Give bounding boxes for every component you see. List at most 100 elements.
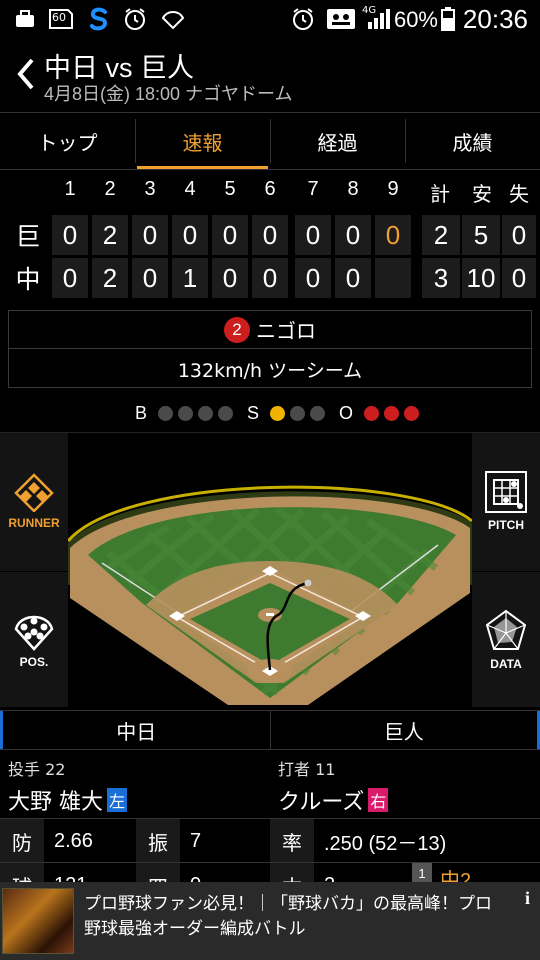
inning-score: 2 xyxy=(92,258,128,298)
inning-score: 1 xyxy=(172,258,208,298)
inning-header: 8 xyxy=(347,178,359,200)
inning-header: 5 xyxy=(224,178,236,200)
ball-count: B S O xyxy=(0,400,540,426)
chevron-left-icon xyxy=(17,58,34,90)
diamond-icon xyxy=(14,473,54,512)
strike-dot xyxy=(290,405,305,421)
pitch-button[interactable]: PITCH xyxy=(472,433,540,569)
batter-name: クルーズ xyxy=(278,790,365,815)
play-result-text: ニゴロ xyxy=(256,319,316,343)
play-result-box: 2 ニゴロ 132km/h ツーシーム xyxy=(8,310,532,388)
briefcase-icon xyxy=(14,7,36,31)
alarm-icon xyxy=(122,7,148,31)
stat-label: 率 xyxy=(270,819,314,863)
stat-value: .250 (52－13) xyxy=(324,832,447,855)
out-dot xyxy=(364,405,380,421)
right-panel: PITCH DATA xyxy=(472,433,540,707)
battery-percent: 60% xyxy=(393,7,438,32)
total-runs: 2 xyxy=(422,215,460,255)
left-panel: RUNNER POS. xyxy=(0,433,68,707)
strikes-label: S xyxy=(246,402,259,423)
total-errors: 0 xyxy=(502,258,536,298)
pitch-grid-icon xyxy=(485,471,527,513)
total-hits: 10 xyxy=(462,258,500,298)
batter-info[interactable]: 打者 11 クルーズ 右 xyxy=(278,756,538,816)
pitcher-name: 大野 雄大 xyxy=(8,790,103,815)
out-dot xyxy=(384,405,400,421)
inning-header: 3 xyxy=(144,178,156,200)
ad-banner[interactable]: プロ野球ファン必見！｜「野球バカ」の最高峰！プロ野球最強オーダー編成バトル i xyxy=(0,882,540,960)
stat-value: 7 xyxy=(190,829,202,852)
inning-header: 9 xyxy=(387,178,399,200)
voicemail-icon xyxy=(326,7,356,31)
tab-bar: トップ 速報 経過 成績 xyxy=(0,112,540,170)
total-errors: 0 xyxy=(502,215,536,255)
alarm-icon xyxy=(290,7,316,31)
runner-button[interactable]: RUNNER xyxy=(0,433,68,569)
inning-score: 0 xyxy=(172,215,208,255)
batting-hand-badge: 右 xyxy=(368,788,389,812)
inning-score: 0 xyxy=(335,215,371,255)
inning-score: 0 xyxy=(132,215,168,255)
balls-label: B xyxy=(134,402,147,423)
tab-top[interactable]: トップ xyxy=(0,113,135,169)
total-header-errors: 失 xyxy=(509,184,529,206)
team-label-home: 中 xyxy=(15,265,41,294)
app-header: 中日 vs 巨人 4月8日(金) 18:00 ナゴヤドーム xyxy=(0,38,540,110)
inning-header: 6 xyxy=(264,178,276,200)
total-header-hits: 安 xyxy=(472,184,492,206)
inning-score: 0 xyxy=(212,215,248,255)
field-view: RUNNER POS. PITCH DATA xyxy=(0,432,540,707)
radar-chart-icon xyxy=(485,609,527,650)
pitcher-name-row: 大野 雄大 左 xyxy=(8,784,268,816)
pitching-team: 中日 xyxy=(0,711,270,749)
pitch-label: PITCH xyxy=(488,518,524,532)
total-hits: 5 xyxy=(462,215,500,255)
inning-score xyxy=(375,258,411,298)
signal-4g-icon: 4G xyxy=(362,5,390,31)
batting-team: 巨人 xyxy=(269,711,540,749)
out-number-badge: 2 xyxy=(224,316,250,343)
inning-score: 0 xyxy=(252,258,288,298)
data-button[interactable]: DATA xyxy=(472,571,540,707)
back-button[interactable] xyxy=(14,56,42,92)
inning-score: 0 xyxy=(335,258,371,298)
total-runs: 3 xyxy=(422,258,460,298)
batting-order-number: 1 xyxy=(412,863,432,883)
outs-label: O xyxy=(339,402,354,423)
clock: 20:36 xyxy=(462,4,528,34)
inning-score-current: 0 xyxy=(375,215,411,255)
batter-name-row: クルーズ 右 xyxy=(278,784,538,816)
strike-dot xyxy=(310,405,325,421)
ad-text: プロ野球ファン必見！｜「野球バカ」の最高峰！プロ野球最強オーダー編成バトル xyxy=(84,894,492,939)
inning-score: 0 xyxy=(252,215,288,255)
ball-dot xyxy=(197,405,213,421)
inning-header: 7 xyxy=(307,178,319,200)
out-dot xyxy=(404,405,420,421)
game-info: 4月8日(金) 18:00 ナゴヤドーム xyxy=(44,84,293,104)
ball-dot xyxy=(177,405,193,421)
strike-dot xyxy=(270,405,285,421)
positions-icon xyxy=(14,615,54,651)
baseball-field xyxy=(68,485,472,705)
inning-header: 2 xyxy=(104,178,116,200)
ball-dot xyxy=(157,405,173,421)
stat-label: 振 xyxy=(136,819,180,863)
team-label-away: 巨 xyxy=(15,222,41,251)
status-bar: 60 4G 60% 20:36 xyxy=(0,0,540,38)
tab-live[interactable]: 速報 xyxy=(135,113,270,169)
pos-label: POS. xyxy=(19,654,49,669)
tab-progress[interactable]: 経過 xyxy=(270,113,405,169)
play-result: 2 ニゴロ xyxy=(9,311,531,349)
ad-info-icon[interactable]: i xyxy=(525,888,530,909)
inning-score: 0 xyxy=(295,215,331,255)
stat-label: 防 xyxy=(0,819,44,863)
pitcher-role: 投手 22 xyxy=(8,760,66,779)
inning-header: 1 xyxy=(64,178,76,200)
pitcher-info[interactable]: 投手 22 大野 雄大 左 xyxy=(8,756,268,816)
inning-score: 0 xyxy=(212,258,248,298)
position-button[interactable]: POS. xyxy=(0,571,68,707)
throwing-hand-badge: 左 xyxy=(107,788,127,812)
sim-60-icon: 60 xyxy=(48,7,74,31)
tab-stats[interactable]: 成績 xyxy=(405,113,540,169)
